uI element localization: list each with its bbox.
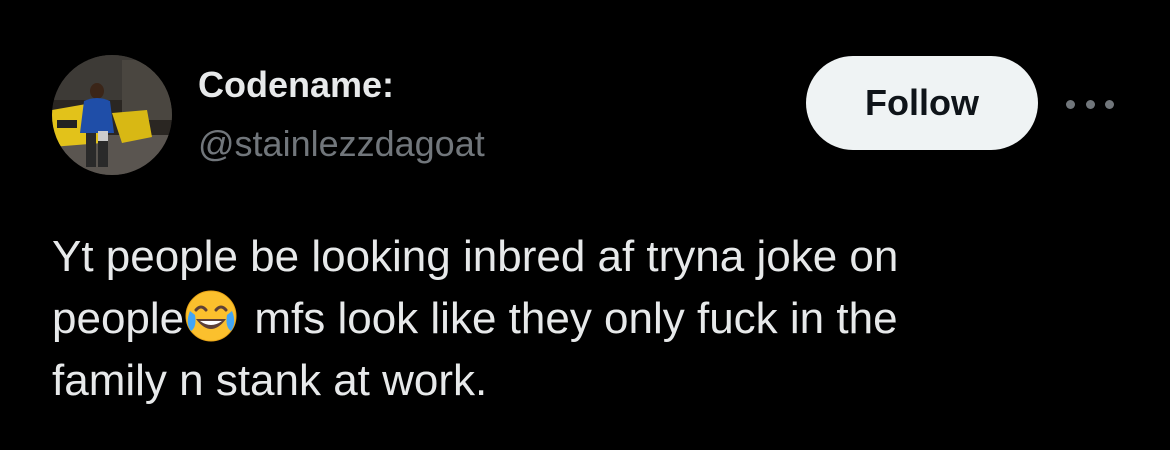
display-name[interactable]: Codename: (198, 64, 394, 106)
more-dot (1105, 99, 1114, 109)
more-dot (1066, 99, 1075, 109)
tweet-line-2-end: mfs look like they only fuck in the (242, 294, 898, 343)
more-horizontal-icon[interactable] (1066, 92, 1114, 116)
tweet-line-2: people mfs look like they only fuck in t… (52, 288, 1142, 350)
user-handle[interactable]: @stainlezzdagoat (198, 123, 485, 165)
tweet-line-1: Yt people be looking inbred af tryna jok… (52, 232, 899, 281)
tweet-line-3: family n stank at work. (52, 356, 488, 405)
tweet-line-2-start: people (52, 294, 185, 343)
avatar-photo-icon (52, 55, 172, 175)
follow-button[interactable]: Follow (806, 56, 1038, 150)
tweet-card: Codename: @stainlezzdagoat Follow Yt peo… (0, 0, 1170, 450)
face-with-tears-of-joy-icon (184, 289, 238, 343)
tweet-text: Yt people be looking inbred af tryna jok… (52, 226, 1142, 412)
more-dot (1085, 99, 1095, 109)
avatar[interactable] (52, 55, 172, 175)
